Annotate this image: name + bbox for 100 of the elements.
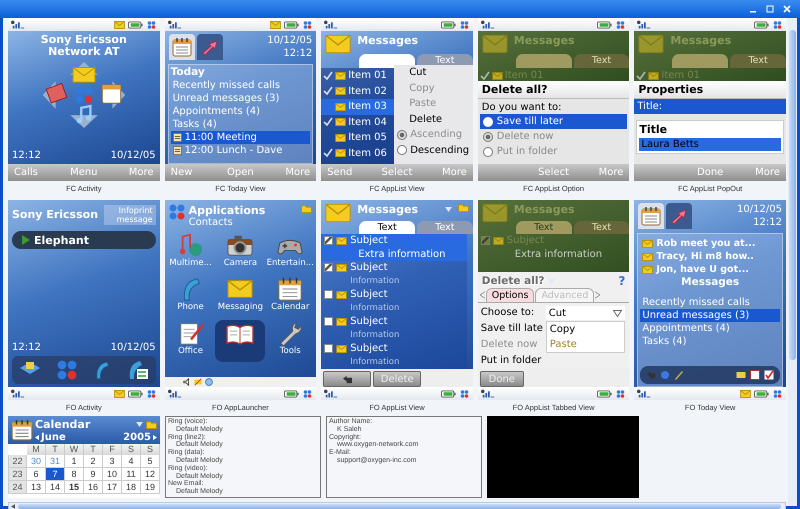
signal-icon [324,20,338,29]
calendar-day[interactable]: 5 [141,455,160,468]
message-row[interactable]: Subject Information [321,315,467,342]
calendar-day[interactable]: 3 [103,455,122,468]
tab[interactable]: Text [574,54,630,68]
list-item[interactable]: Item 05 [321,130,394,146]
screen-title: Messages [514,34,575,47]
envelope-icon [336,236,348,245]
item-label: Item 03 [348,101,387,112]
battery-icon [754,390,769,398]
calendar-day[interactable]: 11 [122,468,141,481]
option-label: Save till late [480,322,543,336]
message-row[interactable]: Subject Information [321,288,467,315]
vertical-scrollbar[interactable] [788,18,797,506]
calendar-day[interactable]: 2 [84,455,103,468]
checkbox[interactable] [324,236,334,246]
envelope-icon [336,318,348,326]
tab[interactable]: Options [486,288,534,302]
message-row[interactable]: Subject Information [321,261,467,288]
today-item[interactable]: Unread messages (3) [640,309,780,322]
app-launcher-item[interactable]: Phone [166,276,216,318]
maximize-icon [766,5,774,13]
calendar-day[interactable]: 14 [46,481,65,494]
list-item[interactable]: Item 03 [321,99,394,114]
calendar-day[interactable]: 18 [122,481,141,494]
tab[interactable] [359,54,415,68]
input-field[interactable]: Laura Betts [639,138,781,151]
list-item[interactable]: Item 06 [321,146,394,161]
calendar-day[interactable]: 13 [27,481,46,494]
today-item[interactable]: Appointments (4) [170,105,310,118]
calendar-day[interactable]: 15 [65,481,84,494]
menu-item[interactable]: Delete [394,112,473,127]
calendar-day[interactable]: 17 [103,481,122,494]
calendar-day[interactable]: 10 [103,468,122,481]
left-arrow-icon[interactable] [11,504,15,509]
next-arrow-icon[interactable] [153,434,157,440]
help-button[interactable]: ? [618,274,626,288]
calendar-day[interactable]: 9 [84,468,103,481]
app-launcher-item[interactable]: Entertain... [265,232,316,274]
today-item[interactable]: Unread messages (3) [170,92,310,105]
tab[interactable]: Text [516,221,572,234]
calendar-day[interactable]: 1 [65,455,84,468]
tab[interactable]: Text [359,221,415,234]
message-row[interactable]: Subject Information [321,342,467,369]
app-launcher-item[interactable] [215,320,266,362]
calendar-day[interactable]: 7 [46,468,65,481]
today-item[interactable]: Tasks (4) [170,118,310,131]
checkbox[interactable] [324,290,334,300]
four-dots-icon [772,20,783,28]
dropdown[interactable]: Cut [546,306,626,320]
now-playing-bar[interactable]: Elephant [12,231,156,249]
message-subject: Subject [350,316,388,328]
horizontal-scrollbar[interactable] [8,502,786,509]
checkbox[interactable] [324,344,334,354]
property-row[interactable]: Title: [634,99,786,114]
list-item[interactable]: Item 02 [321,84,394,99]
envelope-icon [335,72,346,80]
today-item[interactable]: Recently missed calls [170,79,310,92]
message-row[interactable]: Subject Extra information [321,234,467,261]
app-launcher-item[interactable]: Calendar [265,276,316,318]
checkmark-icon[interactable] [764,370,774,380]
checkbox[interactable] [324,317,334,326]
dropdown-option[interactable]: Copy [546,322,624,337]
message-subject: Subject [350,235,388,246]
item-label: Item 04 [348,116,387,128]
envelope-icon [270,20,282,28]
app-launcher-item[interactable]: Messaging [215,276,266,318]
calendar-day[interactable]: 12 [141,468,160,481]
app-launcher-item[interactable]: Camera [215,232,266,274]
app-launcher-item[interactable]: Multime... [166,232,216,274]
four-dots-icon [458,20,470,28]
radio-option[interactable]: Save till later [480,114,628,129]
back-button[interactable] [323,371,372,387]
calendar-day[interactable]: 30 [27,455,46,468]
message-info: Information [349,356,400,368]
tab[interactable]: Text [574,221,630,234]
previous-arrow-icon[interactable] [35,434,39,440]
calendar-day[interactable]: 16 [84,481,103,494]
pen-icon[interactable] [674,370,684,380]
today-item[interactable]: Appointments (4) [640,322,780,335]
menu-item[interactable]: Cut [394,65,473,80]
calendar-day[interactable]: 19 [141,481,160,494]
list-item[interactable]: Item 04 [321,114,394,130]
envelope-icon [335,149,346,158]
today-item[interactable]: Recently missed calls [640,296,780,309]
message-info: Information [349,328,400,342]
tab[interactable]: Text [730,54,786,68]
calendar-day[interactable]: 4 [122,455,141,468]
list-item[interactable]: Item 01 [321,68,394,84]
calendar-day[interactable]: 8 [65,468,84,481]
today-item[interactable]: 12:00 Lunch - Dave [170,144,310,157]
tab[interactable]: Text [416,221,473,234]
app-launcher-item[interactable]: Tools [265,320,316,362]
today-item[interactable]: Tasks (4) [640,335,780,348]
checkbox[interactable] [324,263,334,272]
menu-item[interactable]: Descending [394,142,473,158]
today-item[interactable]: 11:00 Meeting [170,131,310,144]
signal-icon [480,389,495,398]
item-label: Item 05 [348,132,387,144]
app-launcher-item[interactable]: Office [166,320,216,362]
